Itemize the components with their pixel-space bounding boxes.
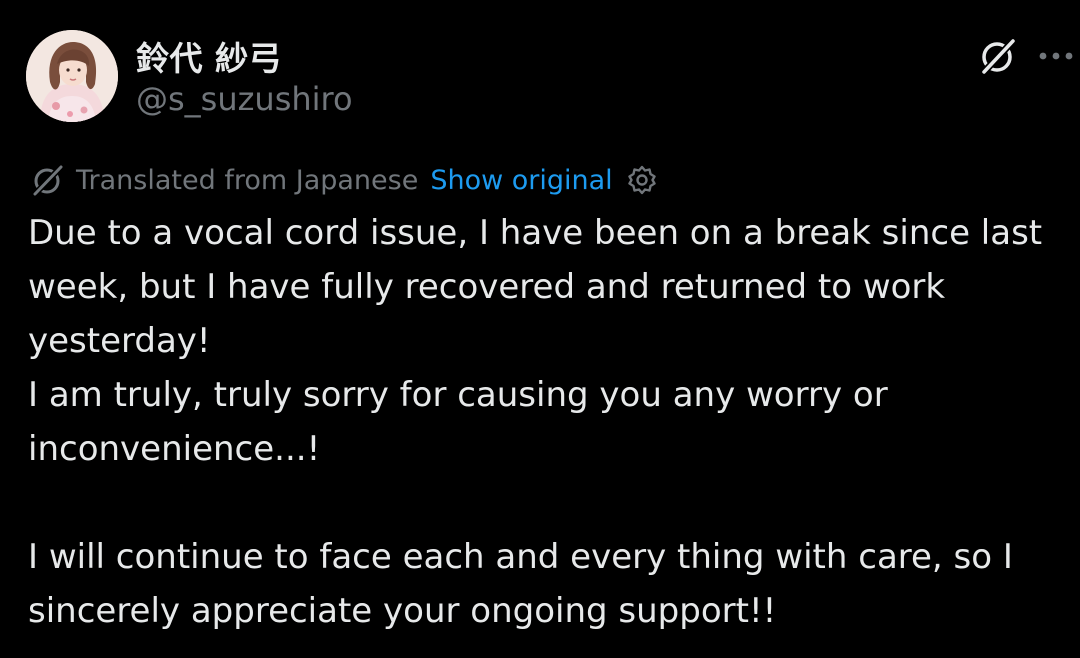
more-icon bbox=[1039, 52, 1073, 60]
user-handle[interactable]: @s_suzushiro bbox=[136, 80, 353, 118]
tweet-paragraph: I am truly, truly sorry for causing you … bbox=[28, 375, 888, 469]
tweet-header: 鈴代 紗弓 @s_suzushiro bbox=[26, 28, 1080, 124]
profile-photo-icon bbox=[26, 30, 118, 122]
grok-icon bbox=[980, 37, 1017, 76]
avatar[interactable] bbox=[26, 30, 118, 122]
grok-translate-icon bbox=[30, 162, 66, 198]
gear-icon[interactable] bbox=[625, 163, 659, 197]
tweet-text: Due to a vocal cord issue, I have been o… bbox=[28, 206, 1068, 638]
display-name[interactable]: 鈴代 紗弓 bbox=[136, 32, 282, 80]
grok-button[interactable] bbox=[976, 34, 1020, 78]
show-original-link[interactable]: Show original bbox=[430, 165, 612, 196]
more-options-button[interactable] bbox=[1034, 34, 1078, 78]
translation-bar: Translated from Japanese Show original bbox=[30, 160, 659, 200]
tweet-paragraph: I will continue to face each and every t… bbox=[28, 537, 1013, 631]
tweet-paragraph: Due to a vocal cord issue, I have been o… bbox=[28, 213, 1043, 361]
translated-from-label: Translated from Japanese bbox=[76, 164, 419, 196]
